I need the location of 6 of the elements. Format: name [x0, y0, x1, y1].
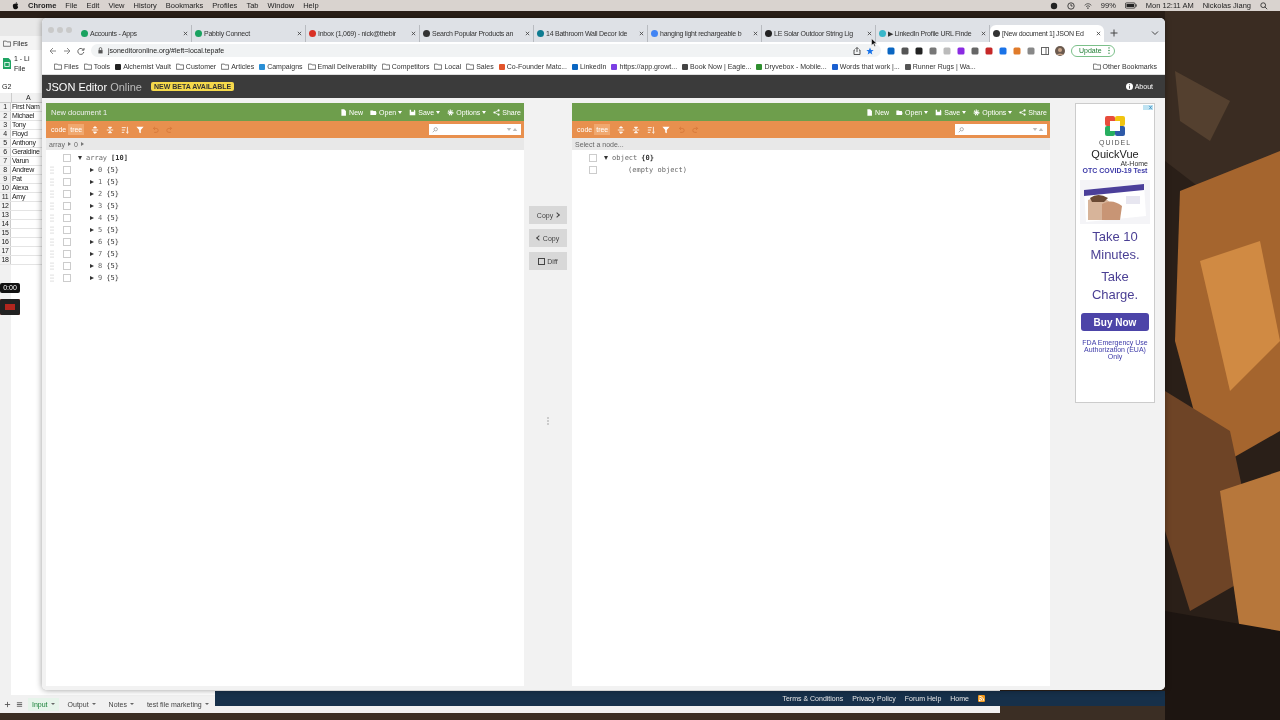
clock-icon[interactable] — [1066, 1, 1075, 10]
status-icon[interactable] — [1049, 1, 1058, 10]
search-icon[interactable] — [1260, 1, 1268, 10]
wifi-icon[interactable] — [1083, 1, 1092, 10]
apple-icon[interactable] — [12, 1, 19, 10]
battery-icon[interactable] — [1124, 2, 1137, 9]
